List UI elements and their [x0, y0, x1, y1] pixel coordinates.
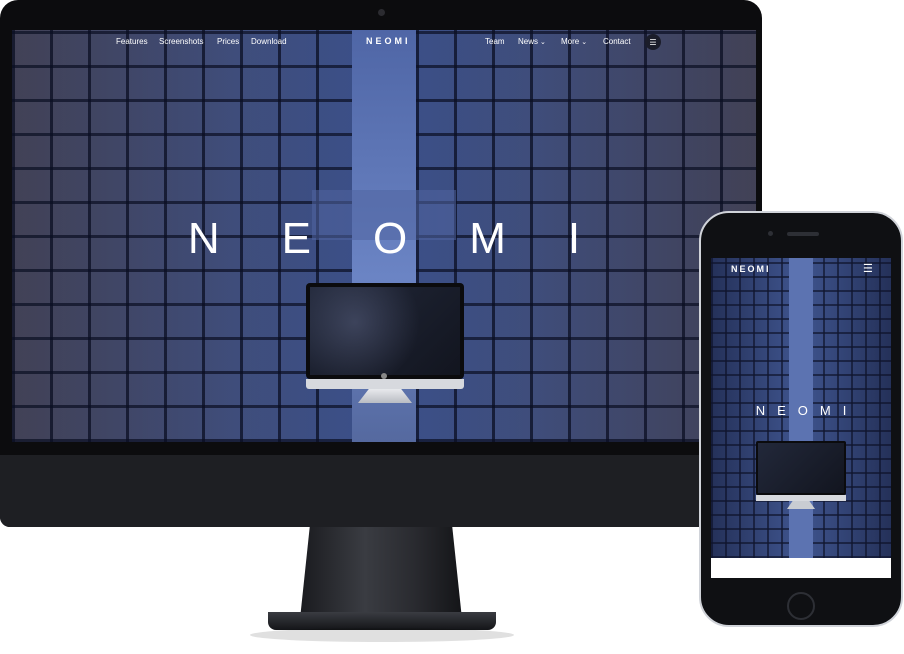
product-monitor-screen: [310, 287, 460, 375]
nav-link-contact[interactable]: Contact: [603, 37, 631, 46]
camera-dot: [378, 9, 385, 16]
product-monitor-image: [306, 283, 464, 379]
mobile-screen: NEOMI ☰ NEOMI: [711, 258, 891, 578]
imac-stand: [300, 527, 462, 619]
nav-link-more-label: More: [561, 37, 580, 46]
hamburger-icon[interactable]: ☰: [863, 262, 873, 275]
hero-title: NEOMI: [187, 214, 643, 263]
imac-chin: [0, 455, 762, 527]
nav-link-more[interactable]: More ⌄: [561, 37, 587, 46]
nav-link-prices[interactable]: Prices: [217, 37, 239, 46]
nav-link-features[interactable]: Features: [116, 37, 148, 46]
chevron-down-icon: ⌄: [581, 39, 588, 46]
nav-link-news[interactable]: News ⌄: [518, 37, 546, 46]
mobile-hero-title: NEOMI: [755, 403, 859, 418]
imac-shadow: [250, 628, 514, 642]
mobile-product-monitor-screen: [758, 443, 844, 493]
phone-device: NEOMI ☰ NEOMI: [699, 211, 903, 627]
mobile-content-strip: [711, 558, 891, 578]
home-button[interactable]: [787, 592, 815, 620]
mobile-product-monitor-image: [756, 441, 846, 495]
menu-button[interactable]: ☰: [645, 34, 661, 50]
nav-link-team[interactable]: Team: [485, 37, 505, 46]
hamburger-icon: ☰: [649, 37, 657, 47]
mobile-site-logo[interactable]: NEOMI: [731, 264, 771, 274]
imac-device: Features Screenshots Prices Download NEO…: [0, 0, 762, 527]
apple-logo-icon: [381, 373, 387, 379]
desktop-navbar: Features Screenshots Prices Download NEO…: [12, 30, 756, 58]
phone-speaker: [787, 232, 819, 236]
mobile-product-monitor-chin: [756, 495, 846, 501]
nav-link-download[interactable]: Download: [251, 37, 287, 46]
site-logo[interactable]: NEOMI: [366, 36, 411, 46]
phone-camera: [768, 231, 773, 236]
desktop-screen: Features Screenshots Prices Download NEO…: [12, 30, 756, 442]
product-monitor-chin: [306, 379, 464, 389]
nav-link-news-label: News: [518, 37, 539, 46]
chevron-down-icon: ⌄: [540, 39, 546, 46]
nav-link-screenshots[interactable]: Screenshots: [159, 37, 203, 46]
